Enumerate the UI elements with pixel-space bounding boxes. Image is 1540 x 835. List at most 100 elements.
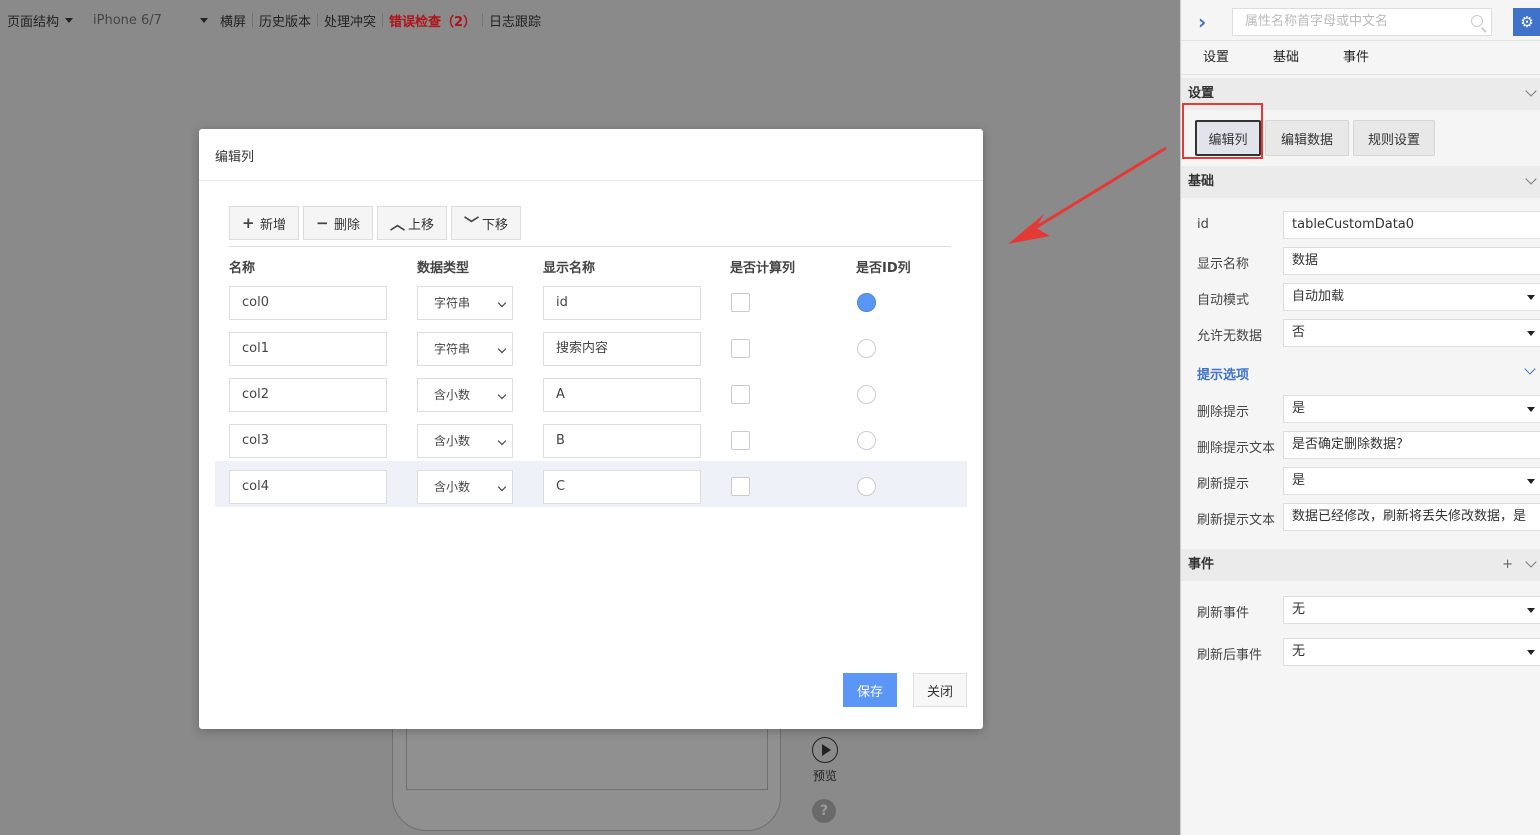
table-row[interactable]: col2 含小数 A	[215, 369, 967, 415]
is-id-radio[interactable]	[857, 293, 876, 312]
caret-down-icon	[199, 17, 208, 23]
events-section-header[interactable]: 事件 +	[1181, 549, 1540, 581]
basic-section-title: 基础	[1188, 174, 1215, 189]
tab-events[interactable]: 事件	[1321, 41, 1391, 74]
display-name-input[interactable]: 搜索内容	[543, 332, 701, 366]
edit-columns-dialog: 编辑列 + 新增 − 删除 ︿ 上移 ﹀ 下移 名称 数据类型 显示名称 是否计…	[199, 129, 983, 729]
preview-label: 预览	[812, 769, 837, 783]
is-calc-checkbox[interactable]	[731, 385, 750, 404]
table-row[interactable]: col0 字符串 id	[215, 277, 967, 323]
page-structure-label: 页面结构	[7, 14, 60, 30]
column-name-input[interactable]: col1	[229, 332, 387, 366]
property-select[interactable]: 无	[1283, 596, 1540, 624]
gear-icon[interactable]: ⚙	[1513, 8, 1540, 36]
conflict-label: 处理冲突	[323, 14, 376, 30]
column-name-input[interactable]: col2	[229, 378, 387, 412]
column-name-input[interactable]: col0	[229, 286, 387, 320]
property-input[interactable]: 数据	[1283, 247, 1540, 275]
chevron-down-icon[interactable]	[1524, 363, 1536, 375]
data-type-select[interactable]: 含小数	[417, 424, 513, 458]
panel-tabs: 设置 基础 事件	[1181, 41, 1540, 75]
header-is-id: 是否ID列	[856, 261, 911, 276]
property-label: 删除提示	[1197, 405, 1250, 420]
column-name-input[interactable]: col4	[229, 470, 387, 504]
landscape-label: 横屏	[219, 14, 246, 30]
table-row[interactable]: col4 含小数 C	[215, 461, 967, 507]
conflict-button[interactable]: 处理冲突	[318, 0, 382, 40]
help-icon[interactable]: ?	[812, 799, 836, 823]
is-calc-checkbox[interactable]	[731, 293, 750, 312]
error-check-label: 错误检查（2）	[389, 14, 477, 30]
property-label: 刷新提示文本	[1197, 513, 1276, 528]
add-column-button[interactable]: + 新增	[229, 206, 300, 240]
property-select[interactable]: 否	[1283, 319, 1540, 347]
property-label: 刷新提示	[1197, 477, 1250, 492]
collapse-chevron-icon[interactable]: ›	[1198, 10, 1206, 34]
is-id-radio[interactable]	[857, 431, 876, 450]
is-id-radio[interactable]	[857, 385, 876, 404]
chevron-down-icon	[1525, 85, 1537, 97]
property-input[interactable]: tableCustomData0	[1283, 211, 1540, 239]
edit-data-button[interactable]: 编辑数据	[1265, 120, 1349, 156]
settings-section-title: 设置	[1188, 86, 1215, 101]
arrow-shaft	[1029, 146, 1167, 233]
basic-section-header[interactable]: 基础	[1181, 166, 1540, 198]
dialog-title: 编辑列	[199, 129, 983, 181]
chevron-down-icon	[1525, 173, 1537, 185]
property-label: 删除提示文本	[1197, 441, 1276, 456]
landscape-button[interactable]: 横屏	[214, 0, 252, 40]
chevron-up-icon: ︿	[390, 214, 406, 233]
arrow-head	[1008, 214, 1050, 244]
property-select[interactable]: 自动加载	[1283, 283, 1540, 311]
delete-column-button[interactable]: − 删除	[303, 206, 374, 240]
toolbar-divider	[316, 13, 318, 27]
hint-options-header[interactable]: 提示选项	[1197, 364, 1249, 383]
display-name-input[interactable]: id	[543, 286, 701, 320]
rule-settings-button[interactable]: 规则设置	[1353, 120, 1435, 156]
move-down-label: 下移	[482, 217, 509, 233]
display-name-input[interactable]: B	[543, 424, 701, 458]
close-button[interactable]: 关闭	[913, 673, 967, 707]
column-name-input[interactable]: col3	[229, 424, 387, 458]
save-button[interactable]: 保存	[843, 673, 897, 707]
minus-icon: −	[316, 214, 329, 232]
move-down-button[interactable]: ﹀ 下移	[451, 206, 522, 240]
display-name-input[interactable]: C	[543, 470, 701, 504]
history-button[interactable]: 历史版本	[253, 0, 317, 40]
property-select[interactable]: 无	[1283, 638, 1540, 666]
preview-button[interactable]: 预览	[808, 737, 842, 784]
property-select[interactable]: 是	[1283, 467, 1540, 495]
data-type-select[interactable]: 含小数	[417, 470, 513, 504]
is-calc-checkbox[interactable]	[731, 339, 750, 358]
tab-settings[interactable]: 设置	[1181, 41, 1251, 74]
property-input[interactable]: 数据已经修改，刷新将丢失修改数据，是	[1283, 503, 1540, 531]
tab-basic[interactable]: 基础	[1251, 41, 1321, 74]
move-up-button[interactable]: ︿ 上移	[377, 206, 448, 240]
add-event-icon[interactable]: +	[1502, 549, 1513, 581]
display-name-input[interactable]: A	[543, 378, 701, 412]
property-label: id	[1197, 217, 1209, 232]
log-trace-button[interactable]: 日志跟踪	[483, 0, 547, 40]
toolbar-divider	[251, 13, 253, 27]
data-type-select[interactable]: 含小数	[417, 378, 513, 412]
data-type-select[interactable]: 字符串	[417, 332, 513, 366]
property-input[interactable]: 是否确定删除数据？	[1283, 431, 1540, 459]
property-search-input[interactable]: 属性名称首字母或中文名	[1232, 8, 1492, 36]
error-check-button[interactable]: 错误检查（2）	[383, 0, 482, 40]
table-row[interactable]: col3 含小数 B	[215, 415, 967, 461]
history-label: 历史版本	[258, 14, 311, 30]
device-select[interactable]: iPhone 6/7	[79, 0, 214, 40]
is-calc-checkbox[interactable]	[731, 431, 750, 450]
header-display-name: 显示名称	[543, 261, 596, 276]
data-type-select[interactable]: 字符串	[417, 286, 513, 320]
property-select[interactable]: 是	[1283, 395, 1540, 423]
header-name: 名称	[229, 261, 256, 276]
chevron-down-icon	[1525, 556, 1537, 568]
toolbar-divider	[382, 13, 383, 27]
delete-label: 删除	[334, 217, 361, 233]
page-structure-menu[interactable]: 页面结构	[7, 0, 79, 40]
is-id-radio[interactable]	[857, 477, 876, 496]
is-calc-checkbox[interactable]	[731, 477, 750, 496]
table-row[interactable]: col1 字符串 搜索内容	[215, 323, 967, 369]
is-id-radio[interactable]	[857, 339, 876, 358]
